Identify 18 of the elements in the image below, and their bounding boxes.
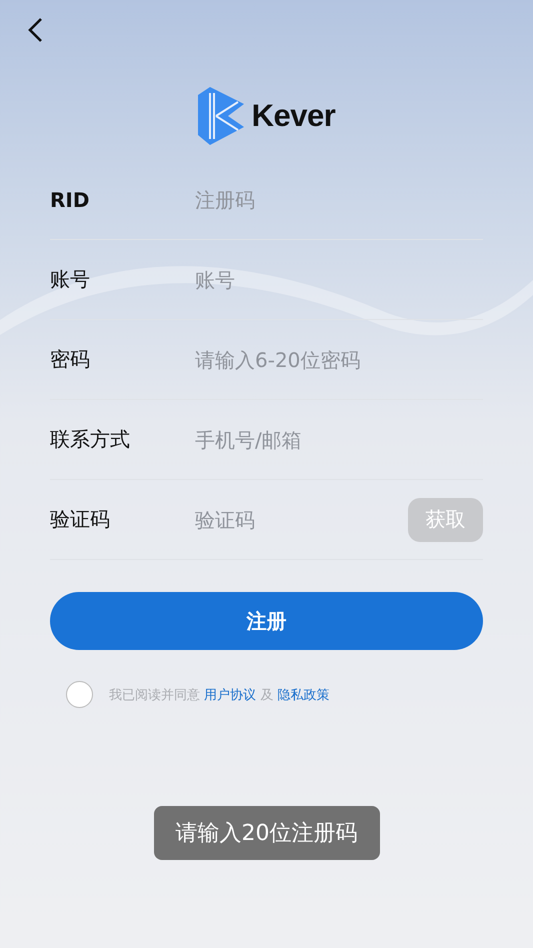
logo-icon — [198, 87, 246, 145]
user-agreement-link[interactable]: 用户协议 — [204, 688, 256, 702]
register-button[interactable]: 注册 — [50, 592, 483, 650]
field-label: 联系方式 — [50, 426, 131, 453]
field-label: 密码 — [50, 346, 91, 373]
input-field[interactable]: 验证码 — [195, 508, 408, 532]
field-label: 账号 — [50, 266, 91, 293]
agreement-checkbox[interactable] — [66, 681, 93, 708]
agreement-text: 我已阅读并同意 用户协议 及 隐私政策 — [109, 686, 330, 704]
input-field[interactable]: 账号 — [195, 268, 483, 292]
field-label: 验证码 — [50, 506, 111, 533]
field-label: RID — [50, 188, 90, 212]
input-field[interactable]: 注册码 — [195, 188, 483, 212]
toast-message: 请输入20位注册码 — [154, 806, 380, 860]
input-field[interactable]: 手机号/邮箱 — [195, 428, 483, 452]
logo-wordmark: Kever — [252, 98, 336, 134]
input-field[interactable]: 请输入6-20位密码 — [195, 348, 483, 372]
privacy-policy-link[interactable]: 隐私政策 — [277, 688, 330, 702]
